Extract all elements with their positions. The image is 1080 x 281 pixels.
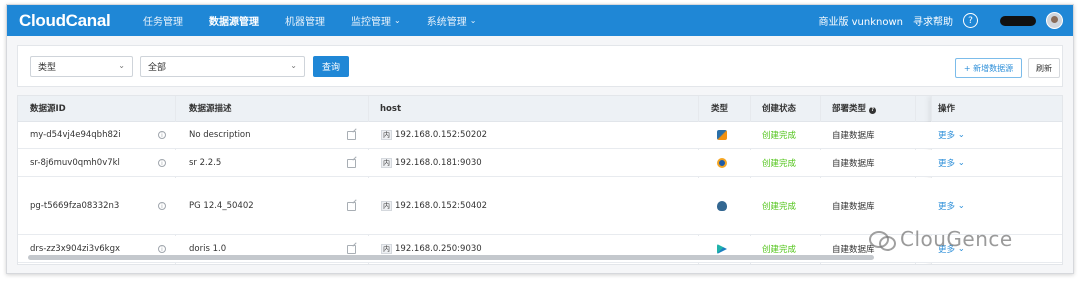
username-redacted[interactable]	[1000, 15, 1036, 26]
chevron-down-icon: ⌄	[469, 16, 477, 25]
header-type[interactable]: 类型	[711, 96, 728, 122]
intranet-tag: 内	[381, 158, 392, 168]
nav-task-management[interactable]: 任务管理	[143, 13, 183, 28]
edit-icon[interactable]	[347, 158, 356, 168]
intranet-tag: 内	[381, 201, 392, 211]
wechat-icon	[869, 229, 896, 251]
postgresql-icon	[717, 201, 727, 211]
info-icon[interactable]: i	[158, 159, 166, 167]
host-cell: 内 192.168.0.152:50202	[381, 130, 488, 140]
chevron-down-icon: ⌄	[957, 158, 965, 168]
header-datasource-desc[interactable]: 数据源描述	[189, 96, 232, 122]
help-link[interactable]: 寻求帮助	[913, 13, 953, 28]
more-actions-link[interactable]: 更多 ⌄	[938, 150, 965, 176]
app-logo[interactable]: CloudCanal	[19, 11, 127, 31]
edit-icon[interactable]	[347, 244, 356, 254]
nav-datasource-management[interactable]: 数据源管理	[209, 13, 259, 28]
filter-panel: 类型 ⌄ 全部 ⌄ 查询 + 新增数据源 刷新	[17, 45, 1063, 87]
host-cell: 内 192.168.0.181:9030	[381, 158, 482, 168]
app-window: CloudCanal 任务管理 数据源管理 机器管理 监控管理 ⌄ 系统管理 ⌄ 商…	[6, 4, 1074, 274]
starrocks-icon	[717, 158, 727, 168]
nav-system-management[interactable]: 系统管理 ⌄	[427, 13, 477, 28]
doris-icon	[717, 244, 727, 254]
datasource-desc: PG 12.4_50402	[189, 201, 254, 211]
chevron-down-icon: ⌄	[957, 130, 965, 140]
info-icon[interactable]: i	[158, 202, 166, 210]
deploy-type: 自建数据库	[832, 202, 875, 212]
host-cell: 内 192.168.0.152:50402	[381, 201, 488, 211]
deploy-type: 自建数据库	[832, 159, 875, 169]
intranet-tag: 内	[381, 244, 392, 254]
more-actions-link[interactable]: 更多 ⌄	[938, 122, 965, 148]
header-status[interactable]: 创建状态	[762, 96, 796, 122]
nav-machine-management[interactable]: 机器管理	[285, 13, 325, 28]
type-select[interactable]: 类型 ⌄	[30, 56, 133, 77]
mysql-icon	[717, 130, 727, 140]
status-badge: 创建完成	[762, 202, 797, 212]
status-badge: 创建完成	[762, 159, 797, 169]
deploy-type: 自建数据库	[832, 131, 875, 141]
add-datasource-button[interactable]: + 新增数据源	[955, 58, 1022, 78]
datasource-id[interactable]: pg-t5669fza08332n3	[30, 178, 119, 234]
datasource-desc: sr 2.2.5	[189, 158, 222, 168]
watermark: ClouGence	[869, 227, 1013, 251]
status-badge: 创建完成	[762, 131, 797, 141]
more-actions-link[interactable]: 更多 ⌄	[938, 178, 965, 234]
refresh-button[interactable]: 刷新	[1028, 58, 1060, 78]
datasource-id[interactable]: my-d54vj4e94qbh82i	[30, 122, 121, 148]
question-circle-icon[interactable]: ?	[869, 106, 877, 114]
nav-monitor-management[interactable]: 监控管理 ⌄	[351, 13, 401, 28]
avatar[interactable]	[1046, 12, 1063, 29]
datasource-id[interactable]: sr-8j6muv0qmh0v7kl	[30, 150, 120, 176]
chevron-down-icon: ⌄	[957, 201, 965, 211]
top-navbar: CloudCanal 任务管理 数据源管理 机器管理 监控管理 ⌄ 系统管理 ⌄ 商…	[7, 5, 1073, 36]
intranet-tag: 内	[381, 130, 392, 140]
header-deploy-type[interactable]: 部署类型?	[832, 96, 877, 122]
chevron-down-icon: ⌄	[290, 61, 297, 70]
table-row[interactable]: my-d54vj4e94qbh82i i No description 内 192…	[18, 122, 1062, 149]
chevron-down-icon: ⌄	[118, 61, 125, 70]
datasource-desc: No description	[189, 130, 251, 140]
info-icon[interactable]: i	[158, 131, 166, 139]
edit-icon[interactable]	[347, 201, 356, 211]
table-row[interactable]: sr-8j6muv0qmh0v7kl i sr 2.2.5 内 192.168.0…	[18, 150, 1062, 177]
datasource-filter-select[interactable]: 全部 ⌄	[140, 56, 305, 77]
chevron-down-icon: ⌄	[394, 16, 401, 25]
horizontal-scrollbar[interactable]	[28, 255, 874, 260]
query-button[interactable]: 查询	[313, 56, 349, 77]
question-circle-icon[interactable]: ?	[963, 13, 978, 28]
edit-icon[interactable]	[347, 130, 356, 140]
header-datasource-id[interactable]: 数据源ID	[30, 96, 66, 122]
edition-label: 商业版 vunknown	[818, 17, 903, 28]
header-host[interactable]: host	[380, 96, 401, 122]
info-icon[interactable]: i	[158, 245, 166, 253]
